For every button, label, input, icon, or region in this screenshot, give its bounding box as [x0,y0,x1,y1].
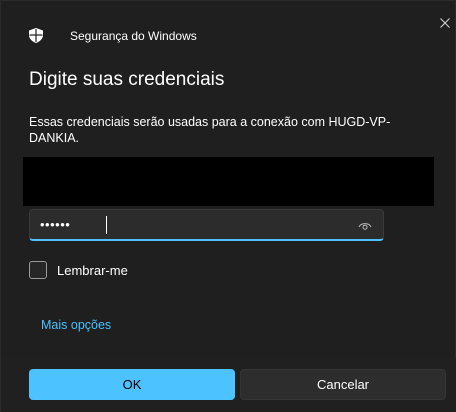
username-field[interactable] [23,157,434,206]
shield-icon [29,28,43,43]
app-title: Segurança do Windows [70,29,197,43]
dialog-heading: Digite suas credenciais [29,69,225,90]
dialog-description: Essas credenciais serão usadas para a co… [29,115,391,145]
eye-icon[interactable] [357,218,373,232]
text-caret [106,216,107,234]
ok-button[interactable]: OK [29,369,235,400]
password-field[interactable]: •••••• [29,209,384,241]
remember-label: Lembrar-me [57,262,128,278]
more-options-link[interactable]: Mais opções [41,318,111,332]
remember-me[interactable]: Lembrar-me [29,258,128,282]
password-value: •••••• [40,217,71,232]
remember-checkbox[interactable] [29,261,47,279]
title-bar: Segurança do Windows [1,1,456,57]
cancel-button[interactable]: Cancelar [240,369,446,400]
dialog-footer: OK Cancelar [1,357,456,412]
credential-dialog: Segurança do Windows Digite suas credenc… [0,0,456,412]
close-icon[interactable] [435,13,455,33]
